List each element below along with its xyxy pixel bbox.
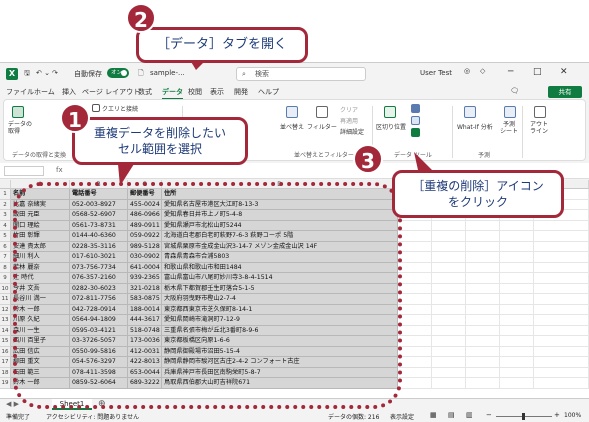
- pointer-2: [190, 60, 206, 70]
- pointer-1: [118, 164, 134, 186]
- callout-pointers: [118, 60, 432, 186]
- pointer-3: [414, 152, 432, 170]
